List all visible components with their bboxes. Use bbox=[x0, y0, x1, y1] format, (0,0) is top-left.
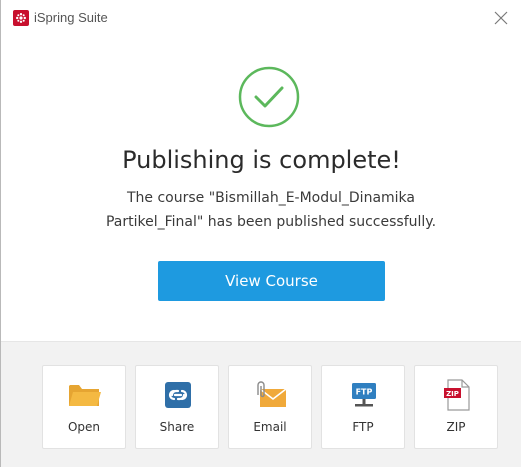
view-course-button[interactable]: View Course bbox=[158, 261, 385, 301]
title-bar: iSpring Suite bbox=[1, 0, 521, 36]
actions-footer: Open Share Email FTP FTP ZIP ZIP bbox=[1, 341, 521, 467]
email-icon bbox=[251, 378, 291, 412]
ftp-icon: FTP bbox=[344, 378, 384, 412]
share-link-icon bbox=[158, 378, 198, 412]
zip-label: ZIP bbox=[446, 420, 466, 434]
close-button[interactable] bbox=[492, 9, 510, 27]
email-button[interactable]: Email bbox=[228, 365, 312, 449]
folder-icon bbox=[65, 378, 105, 412]
share-button[interactable]: Share bbox=[135, 365, 219, 449]
status-message-line2: Partikel_Final" has been published succe… bbox=[105, 214, 437, 230]
checkmark-circle-icon bbox=[238, 66, 300, 128]
svg-text:FTP: FTP bbox=[356, 388, 373, 397]
status-message: The course "Bismillah_E-Modul_Dinamika P… bbox=[61, 186, 481, 234]
ispring-logo-icon bbox=[13, 10, 29, 26]
open-label: Open bbox=[67, 420, 101, 434]
ftp-label: FTP bbox=[352, 420, 374, 434]
email-label: Email bbox=[253, 420, 287, 434]
close-icon bbox=[494, 11, 508, 25]
publish-dialog: iSpring Suite Publishing is complete! Th… bbox=[0, 0, 521, 467]
open-button[interactable]: Open bbox=[42, 365, 126, 449]
zip-icon: ZIP bbox=[437, 378, 477, 412]
window-title: iSpring Suite bbox=[34, 10, 108, 25]
status-heading: Publishing is complete! bbox=[122, 146, 401, 174]
ftp-button[interactable]: FTP FTP bbox=[321, 365, 405, 449]
svg-text:ZIP: ZIP bbox=[446, 390, 459, 398]
status-message-line1: The course "Bismillah_E-Modul_Dinamika bbox=[126, 190, 415, 206]
zip-button[interactable]: ZIP ZIP bbox=[414, 365, 498, 449]
share-label: Share bbox=[159, 420, 195, 434]
